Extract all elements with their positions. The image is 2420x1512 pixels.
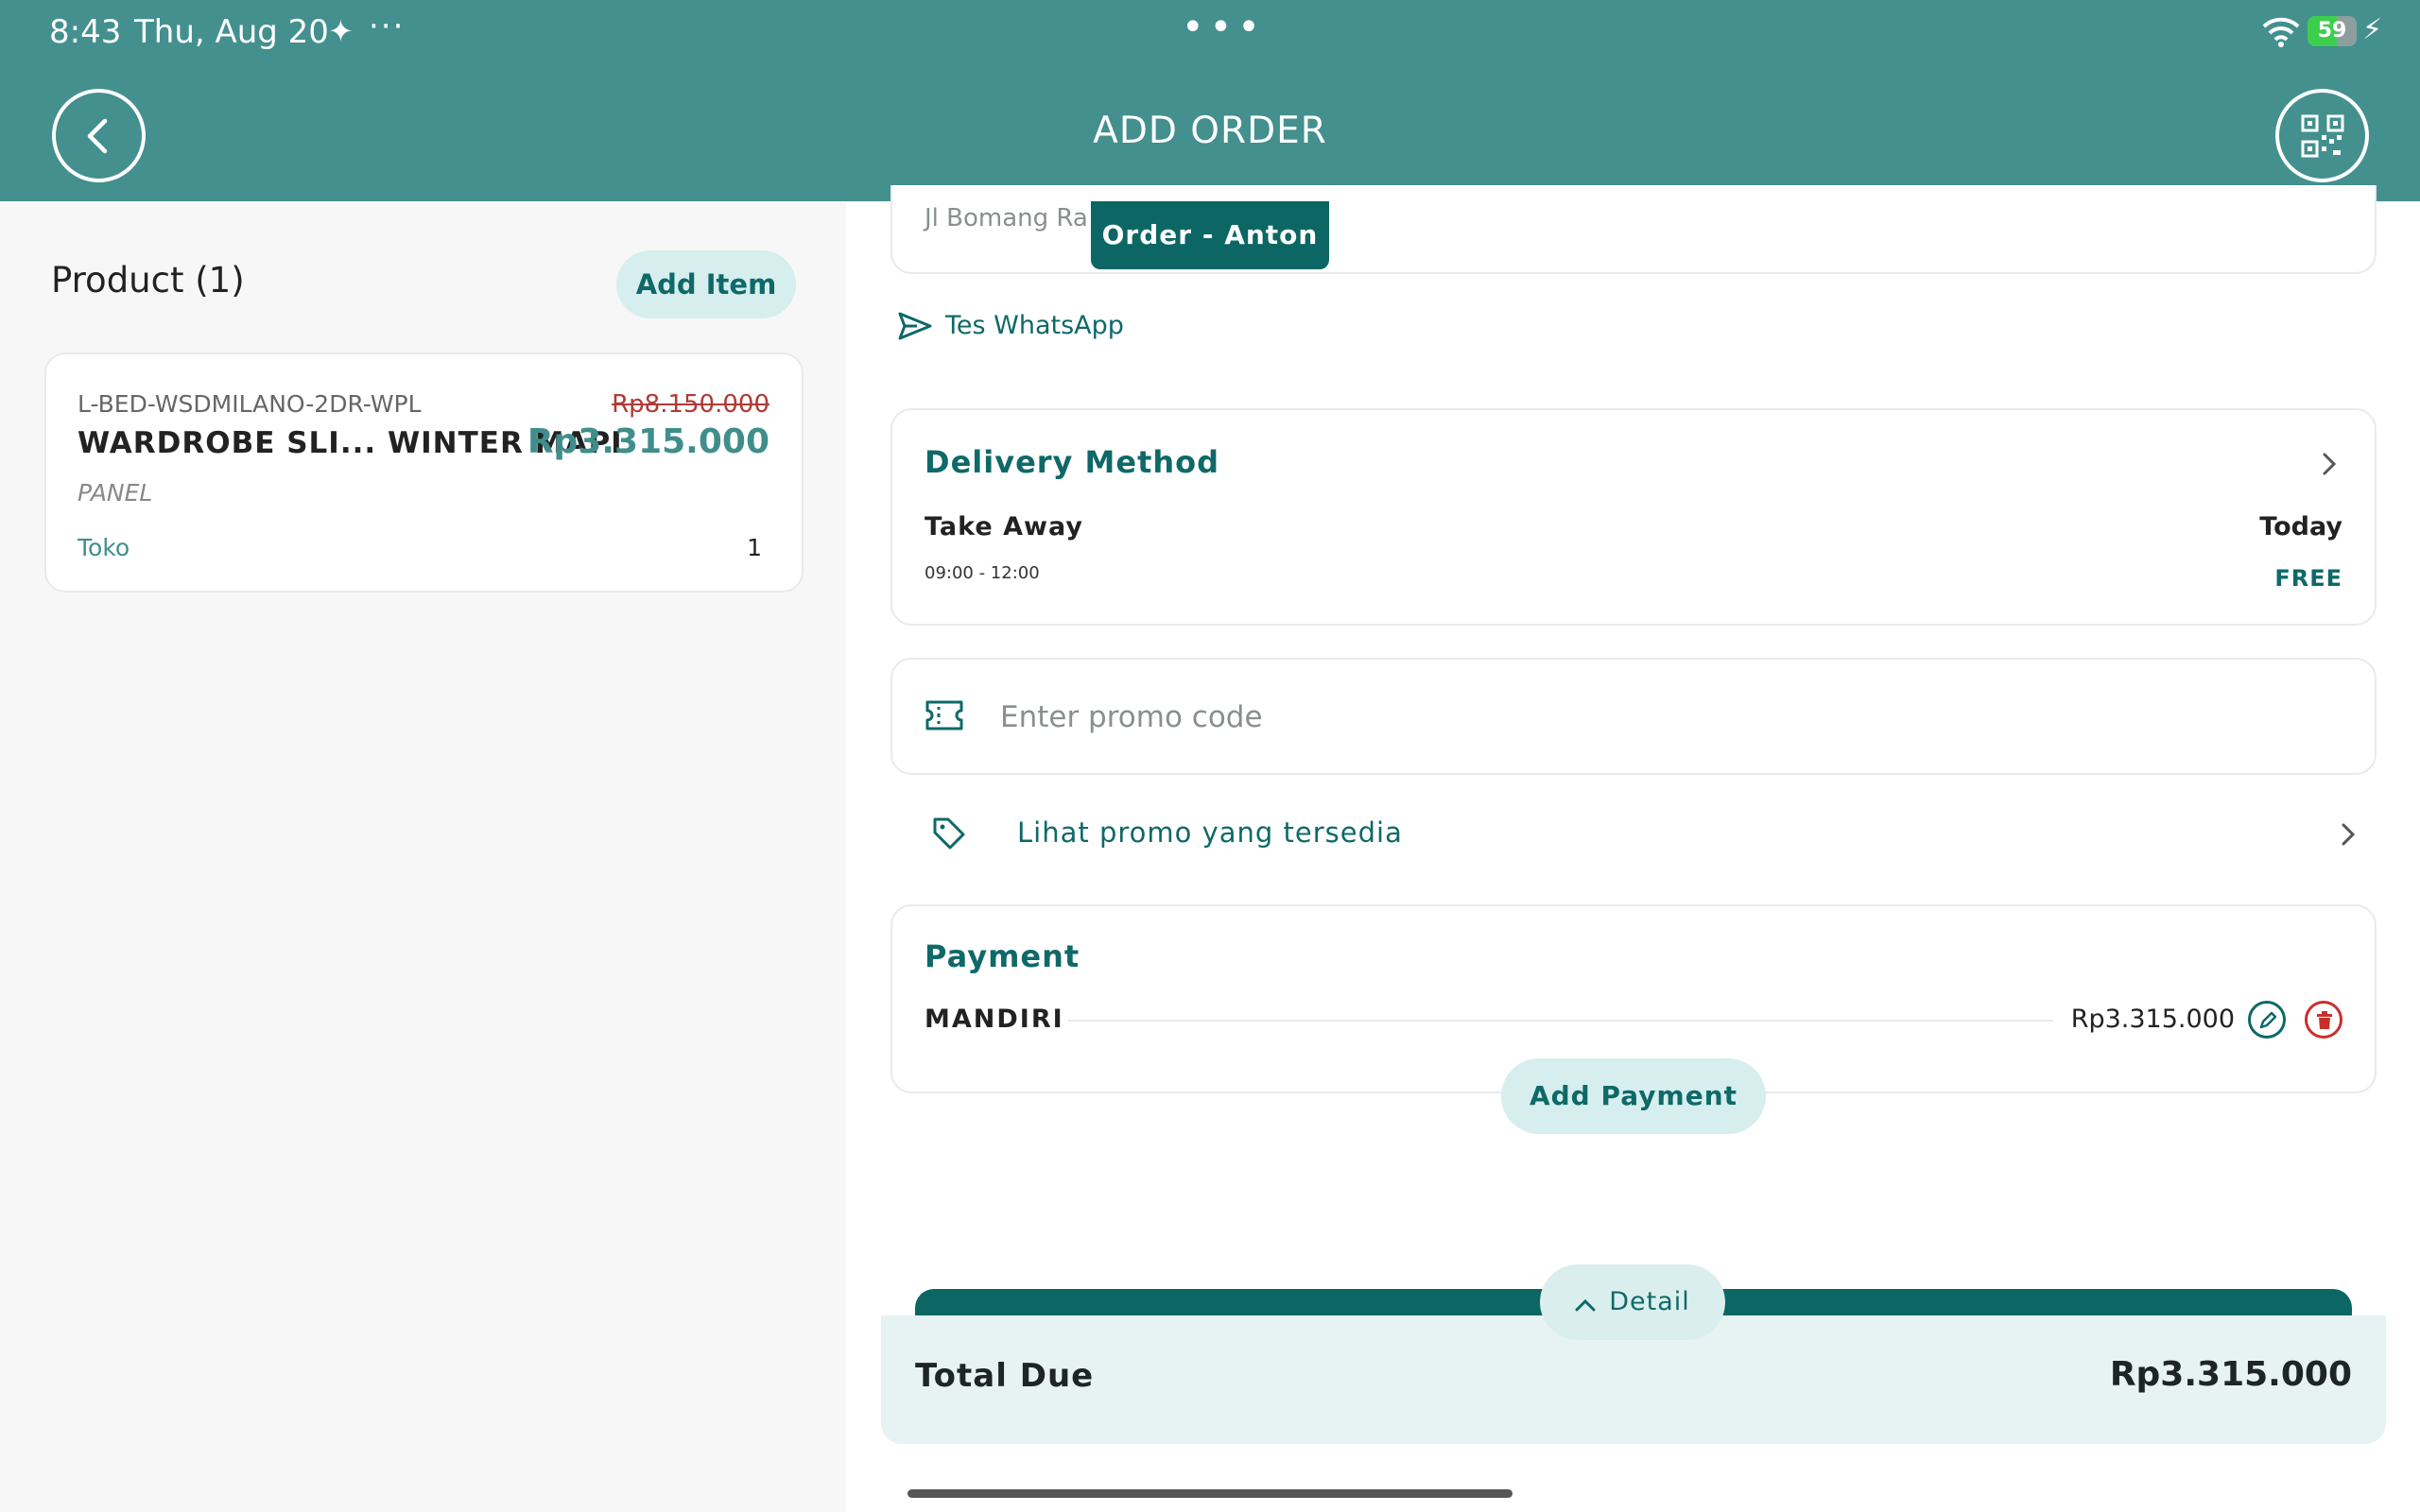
order-customer-chip: Order - Anton bbox=[1091, 201, 1329, 269]
chevron-right-icon bbox=[2342, 823, 2356, 846]
delivery-method-title: Delivery Method bbox=[925, 444, 1220, 480]
chevron-up-icon bbox=[1575, 1298, 1596, 1312]
available-promos-link[interactable]: Lihat promo yang tersedia bbox=[890, 803, 2377, 866]
tag-icon bbox=[933, 817, 965, 850]
edit-payment-button[interactable] bbox=[2248, 1001, 2286, 1039]
trash-icon bbox=[2317, 1011, 2332, 1029]
product-original-price: Rp8.150.000 bbox=[612, 390, 769, 419]
add-payment-button[interactable]: Add Payment bbox=[1501, 1058, 1766, 1134]
app-header: 8:43 Thu, Aug 20 ✦ ··· ••• 59 ⚡ ADD ORDE… bbox=[0, 0, 2420, 201]
product-price: Rp3.315.000 bbox=[527, 422, 769, 461]
detail-toggle-button[interactable]: Detail bbox=[1540, 1264, 1725, 1340]
product-card[interactable]: L-BED-WSDMILANO-2DR-WPL Rp8.150.000 WARD… bbox=[44, 352, 804, 593]
add-item-button[interactable]: Add Item bbox=[616, 250, 796, 318]
scan-qr-button[interactable] bbox=[2275, 89, 2369, 182]
delivery-day: Today bbox=[2259, 512, 2342, 541]
total-due-label: Total Due bbox=[915, 1357, 1095, 1395]
product-quantity: 1 bbox=[747, 534, 762, 561]
multitasking-dots-icon[interactable]: ••• bbox=[1182, 6, 1266, 49]
delivery-time-slot: 09:00 - 12:00 bbox=[925, 563, 1040, 583]
delete-payment-button[interactable] bbox=[2305, 1001, 2342, 1039]
delivery-method-card[interactable]: Delivery Method Take Away Today 09:00 - … bbox=[890, 408, 2377, 626]
status-time: 8:43 bbox=[49, 13, 122, 51]
payment-method: MANDIRI bbox=[925, 1005, 1064, 1034]
total-due-value: Rp3.315.000 bbox=[2109, 1355, 2352, 1394]
available-promos-label: Lihat promo yang tersedia bbox=[1017, 816, 1403, 849]
home-indicator[interactable] bbox=[908, 1489, 1512, 1498]
product-heading: Product (1) bbox=[51, 260, 245, 301]
battery-icon: 59 bbox=[2308, 16, 2357, 46]
whatsapp-label: Tes WhatsApp bbox=[945, 311, 1124, 340]
product-panel: Product (1) Add Item L-BED-WSDMILANO-2DR… bbox=[0, 201, 846, 1512]
promo-code-input[interactable] bbox=[1000, 688, 2324, 747]
detail-label: Detail bbox=[1609, 1287, 1690, 1316]
send-icon bbox=[898, 312, 932, 340]
product-store: Toko bbox=[78, 534, 130, 561]
more-notifications-icon: ··· bbox=[369, 8, 406, 45]
promo-code-card bbox=[890, 658, 2377, 775]
delivery-fee: FREE bbox=[2274, 565, 2342, 592]
payment-amount: Rp3.315.000 bbox=[2070, 1005, 2235, 1034]
ticket-icon bbox=[925, 700, 963, 730]
wifi-icon bbox=[2262, 17, 2300, 47]
sparkle-icon: ✦ bbox=[328, 13, 354, 49]
payment-divider bbox=[1068, 1020, 2053, 1022]
qr-code-icon bbox=[2301, 114, 2344, 158]
charging-icon: ⚡ bbox=[2362, 13, 2383, 46]
pencil-icon bbox=[2259, 1011, 2277, 1029]
payment-title: Payment bbox=[925, 938, 1080, 974]
product-variant: PANEL bbox=[78, 479, 153, 507]
battery-percent: 59 bbox=[2317, 19, 2347, 43]
address-text: Jl Bomang Ra bbox=[925, 204, 1088, 232]
delivery-type: Take Away bbox=[925, 512, 1083, 541]
chevron-right-icon bbox=[2323, 453, 2337, 475]
page-title: ADD ORDER bbox=[1093, 110, 1327, 152]
status-date: Thu, Aug 20 bbox=[134, 13, 329, 51]
product-sku: L-BED-WSDMILANO-2DR-WPL bbox=[78, 390, 422, 418]
